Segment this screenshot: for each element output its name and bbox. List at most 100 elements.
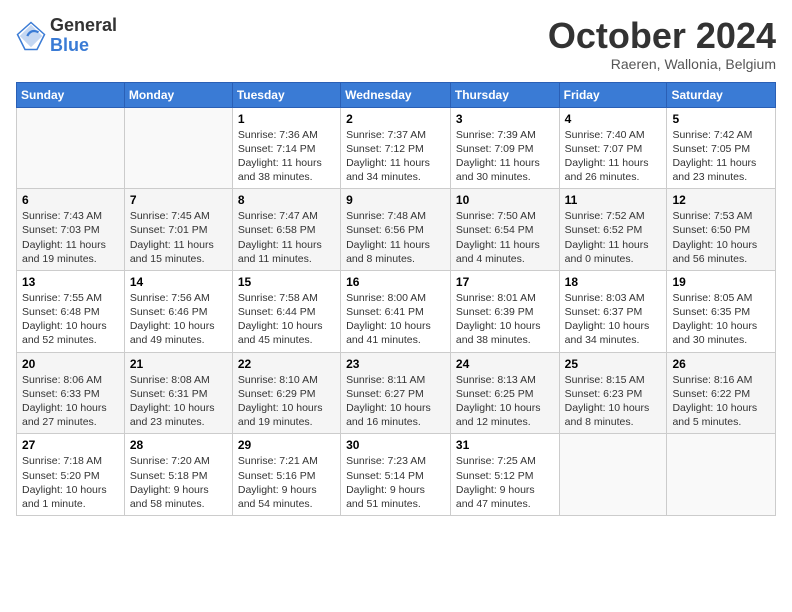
day-info: Sunrise: 8:01 AM Sunset: 6:39 PM Dayligh… bbox=[456, 291, 554, 348]
calendar-cell: 6 Sunrise: 7:43 AM Sunset: 7:03 PM Daylig… bbox=[17, 189, 125, 271]
day-info: Sunrise: 8:16 AM Sunset: 6:22 PM Dayligh… bbox=[672, 373, 770, 430]
day-info: Sunrise: 7:18 AM Sunset: 5:20 PM Dayligh… bbox=[22, 454, 119, 511]
calendar-cell: 1 Sunrise: 7:36 AM Sunset: 7:14 PM Daylig… bbox=[232, 107, 340, 189]
day-info: Sunrise: 7:37 AM Sunset: 7:12 PM Dayligh… bbox=[346, 128, 445, 185]
calendar-cell: 4 Sunrise: 7:40 AM Sunset: 7:07 PM Daylig… bbox=[559, 107, 667, 189]
calendar-cell: 27 Sunrise: 7:18 AM Sunset: 5:20 PM Dayli… bbox=[17, 434, 125, 516]
calendar-cell: 23 Sunrise: 8:11 AM Sunset: 6:27 PM Dayli… bbox=[341, 352, 451, 434]
day-info: Sunrise: 8:15 AM Sunset: 6:23 PM Dayligh… bbox=[565, 373, 662, 430]
day-number: 20 bbox=[22, 357, 119, 371]
day-info: Sunrise: 7:43 AM Sunset: 7:03 PM Dayligh… bbox=[22, 209, 119, 266]
day-number: 9 bbox=[346, 193, 445, 207]
day-info: Sunrise: 7:42 AM Sunset: 7:05 PM Dayligh… bbox=[672, 128, 770, 185]
day-number: 14 bbox=[130, 275, 227, 289]
day-number: 15 bbox=[238, 275, 335, 289]
day-number: 28 bbox=[130, 438, 227, 452]
calendar-cell: 24 Sunrise: 8:13 AM Sunset: 6:25 PM Dayli… bbox=[450, 352, 559, 434]
day-info: Sunrise: 8:10 AM Sunset: 6:29 PM Dayligh… bbox=[238, 373, 335, 430]
calendar-cell: 21 Sunrise: 8:08 AM Sunset: 6:31 PM Dayli… bbox=[124, 352, 232, 434]
header-tuesday: Tuesday bbox=[232, 82, 340, 107]
calendar-cell bbox=[17, 107, 125, 189]
calendar-week-3: 13 Sunrise: 7:55 AM Sunset: 6:48 PM Dayli… bbox=[17, 270, 776, 352]
day-number: 11 bbox=[565, 193, 662, 207]
calendar-cell bbox=[124, 107, 232, 189]
calendar-body: 1 Sunrise: 7:36 AM Sunset: 7:14 PM Daylig… bbox=[17, 107, 776, 515]
day-number: 31 bbox=[456, 438, 554, 452]
calendar-table: SundayMondayTuesdayWednesdayThursdayFrid… bbox=[16, 82, 776, 516]
calendar-cell: 10Sunrise: 7:50 AM Sunset: 6:54 PM Dayli… bbox=[450, 189, 559, 271]
day-number: 29 bbox=[238, 438, 335, 452]
day-number: 5 bbox=[672, 112, 770, 126]
logo-icon bbox=[16, 21, 46, 51]
calendar-cell: 15Sunrise: 7:58 AM Sunset: 6:44 PM Dayli… bbox=[232, 270, 340, 352]
calendar-cell: 5 Sunrise: 7:42 AM Sunset: 7:05 PM Daylig… bbox=[667, 107, 776, 189]
day-info: Sunrise: 7:20 AM Sunset: 5:18 PM Dayligh… bbox=[130, 454, 227, 511]
calendar-cell bbox=[667, 434, 776, 516]
logo: General Blue bbox=[16, 16, 117, 56]
calendar-cell: 9 Sunrise: 7:48 AM Sunset: 6:56 PM Daylig… bbox=[341, 189, 451, 271]
calendar-cell: 18Sunrise: 8:03 AM Sunset: 6:37 PM Dayli… bbox=[559, 270, 667, 352]
calendar-cell: 3 Sunrise: 7:39 AM Sunset: 7:09 PM Daylig… bbox=[450, 107, 559, 189]
day-number: 13 bbox=[22, 275, 119, 289]
day-number: 18 bbox=[565, 275, 662, 289]
day-info: Sunrise: 7:50 AM Sunset: 6:54 PM Dayligh… bbox=[456, 209, 554, 266]
calendar-cell: 29 Sunrise: 7:21 AM Sunset: 5:16 PM Dayli… bbox=[232, 434, 340, 516]
day-number: 21 bbox=[130, 357, 227, 371]
day-number: 30 bbox=[346, 438, 445, 452]
calendar-week-2: 6 Sunrise: 7:43 AM Sunset: 7:03 PM Daylig… bbox=[17, 189, 776, 271]
header-saturday: Saturday bbox=[667, 82, 776, 107]
day-info: Sunrise: 7:23 AM Sunset: 5:14 PM Dayligh… bbox=[346, 454, 445, 511]
day-number: 4 bbox=[565, 112, 662, 126]
calendar-header: SundayMondayTuesdayWednesdayThursdayFrid… bbox=[17, 82, 776, 107]
calendar-cell: 17Sunrise: 8:01 AM Sunset: 6:39 PM Dayli… bbox=[450, 270, 559, 352]
day-info: Sunrise: 8:05 AM Sunset: 6:35 PM Dayligh… bbox=[672, 291, 770, 348]
day-number: 24 bbox=[456, 357, 554, 371]
calendar-cell: 19 Sunrise: 8:05 AM Sunset: 6:35 PM Dayli… bbox=[667, 270, 776, 352]
header-wednesday: Wednesday bbox=[341, 82, 451, 107]
calendar-cell: 20 Sunrise: 8:06 AM Sunset: 6:33 PM Dayli… bbox=[17, 352, 125, 434]
day-number: 23 bbox=[346, 357, 445, 371]
logo-general: General bbox=[50, 16, 117, 36]
day-info: Sunrise: 7:36 AM Sunset: 7:14 PM Dayligh… bbox=[238, 128, 335, 185]
calendar-week-1: 1 Sunrise: 7:36 AM Sunset: 7:14 PM Daylig… bbox=[17, 107, 776, 189]
day-number: 8 bbox=[238, 193, 335, 207]
logo-text: General Blue bbox=[50, 16, 117, 56]
calendar-cell: 22Sunrise: 8:10 AM Sunset: 6:29 PM Dayli… bbox=[232, 352, 340, 434]
day-info: Sunrise: 8:06 AM Sunset: 6:33 PM Dayligh… bbox=[22, 373, 119, 430]
day-number: 26 bbox=[672, 357, 770, 371]
calendar-cell: 30 Sunrise: 7:23 AM Sunset: 5:14 PM Dayli… bbox=[341, 434, 451, 516]
day-info: Sunrise: 7:48 AM Sunset: 6:56 PM Dayligh… bbox=[346, 209, 445, 266]
day-number: 19 bbox=[672, 275, 770, 289]
day-info: Sunrise: 7:47 AM Sunset: 6:58 PM Dayligh… bbox=[238, 209, 335, 266]
day-info: Sunrise: 8:11 AM Sunset: 6:27 PM Dayligh… bbox=[346, 373, 445, 430]
day-info: Sunrise: 8:08 AM Sunset: 6:31 PM Dayligh… bbox=[130, 373, 227, 430]
day-info: Sunrise: 7:45 AM Sunset: 7:01 PM Dayligh… bbox=[130, 209, 227, 266]
calendar-cell: 26 Sunrise: 8:16 AM Sunset: 6:22 PM Dayli… bbox=[667, 352, 776, 434]
day-info: Sunrise: 7:52 AM Sunset: 6:52 PM Dayligh… bbox=[565, 209, 662, 266]
day-info: Sunrise: 7:40 AM Sunset: 7:07 PM Dayligh… bbox=[565, 128, 662, 185]
day-number: 27 bbox=[22, 438, 119, 452]
day-number: 3 bbox=[456, 112, 554, 126]
day-number: 25 bbox=[565, 357, 662, 371]
day-info: Sunrise: 8:00 AM Sunset: 6:41 PM Dayligh… bbox=[346, 291, 445, 348]
header-thursday: Thursday bbox=[450, 82, 559, 107]
day-info: Sunrise: 7:39 AM Sunset: 7:09 PM Dayligh… bbox=[456, 128, 554, 185]
day-info: Sunrise: 7:55 AM Sunset: 6:48 PM Dayligh… bbox=[22, 291, 119, 348]
logo-blue: Blue bbox=[50, 36, 117, 56]
header-sunday: Sunday bbox=[17, 82, 125, 107]
day-number: 12 bbox=[672, 193, 770, 207]
day-number: 16 bbox=[346, 275, 445, 289]
day-info: Sunrise: 8:13 AM Sunset: 6:25 PM Dayligh… bbox=[456, 373, 554, 430]
day-number: 1 bbox=[238, 112, 335, 126]
month-title: October 2024 bbox=[548, 16, 776, 56]
header-friday: Friday bbox=[559, 82, 667, 107]
title-block: October 2024 Raeren, Wallonia, Belgium bbox=[548, 16, 776, 72]
calendar-week-4: 20 Sunrise: 8:06 AM Sunset: 6:33 PM Dayli… bbox=[17, 352, 776, 434]
day-number: 6 bbox=[22, 193, 119, 207]
calendar-cell: 16 Sunrise: 8:00 AM Sunset: 6:41 PM Dayli… bbox=[341, 270, 451, 352]
calendar-cell: 11 Sunrise: 7:52 AM Sunset: 6:52 PM Dayli… bbox=[559, 189, 667, 271]
calendar-week-5: 27 Sunrise: 7:18 AM Sunset: 5:20 PM Dayli… bbox=[17, 434, 776, 516]
day-number: 2 bbox=[346, 112, 445, 126]
calendar-cell: 7Sunrise: 7:45 AM Sunset: 7:01 PM Daylig… bbox=[124, 189, 232, 271]
day-info: Sunrise: 7:21 AM Sunset: 5:16 PM Dayligh… bbox=[238, 454, 335, 511]
